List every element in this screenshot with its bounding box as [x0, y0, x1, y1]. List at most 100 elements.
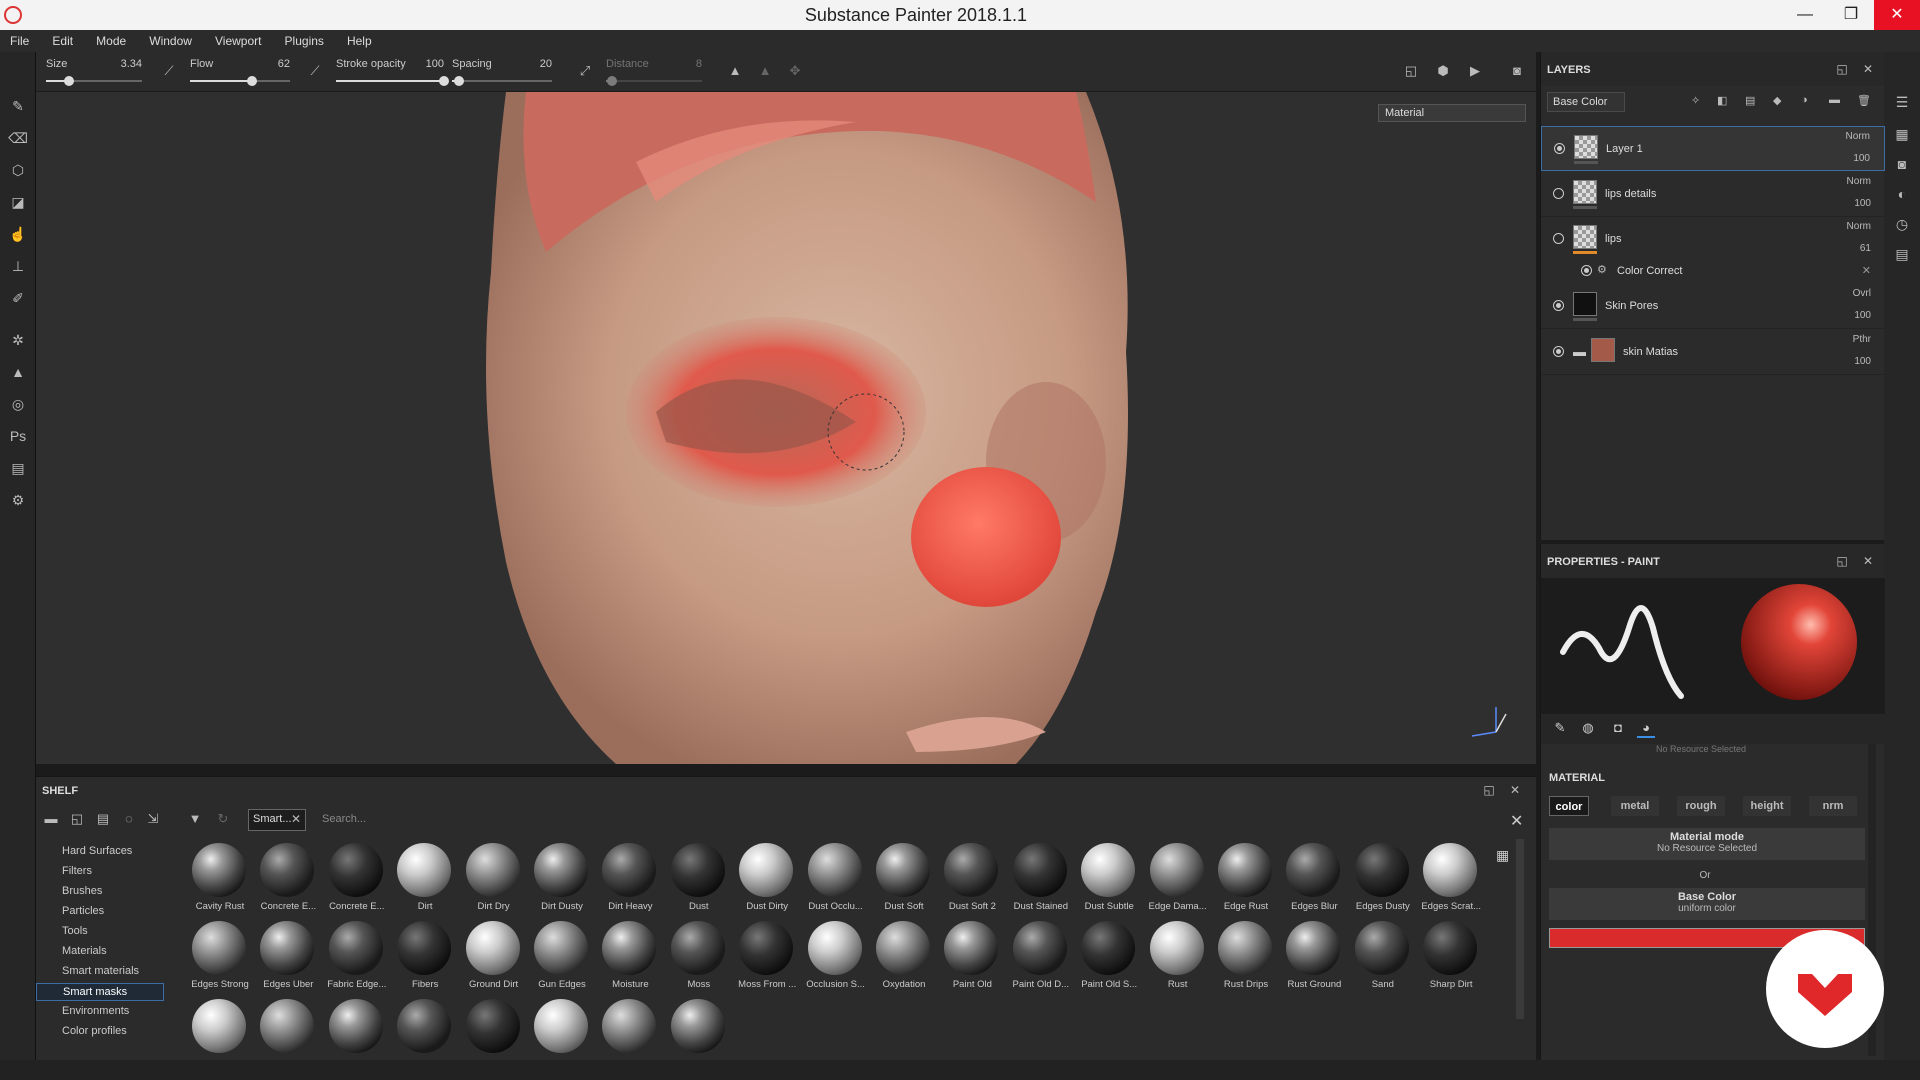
layer-opacity[interactable]: 100 — [1854, 356, 1871, 367]
symmetry-mirror-icon[interactable]: ▲ — [726, 62, 744, 80]
flow-handle[interactable] — [247, 76, 257, 86]
menu-edit[interactable]: Edit — [42, 30, 83, 52]
shelf-item[interactable]: Dust Soft — [870, 843, 938, 915]
category-item[interactable]: Tools — [36, 923, 164, 941]
category-item[interactable]: Smart materials — [36, 963, 164, 981]
shelf-item[interactable]: Edges Blur — [1280, 843, 1348, 915]
category-item[interactable]: Color profiles — [36, 1023, 164, 1041]
view-2d-icon[interactable]: ◱ — [1402, 62, 1420, 80]
shelf-item[interactable]: Edges Dusty — [1349, 843, 1417, 915]
stencil-tab-icon[interactable]: ◘ — [1609, 720, 1627, 738]
menu-help[interactable]: Help — [337, 30, 382, 52]
layer-row[interactable]: lips details Norm 100 — [1541, 172, 1885, 217]
shelf-item[interactable]: Edges Strong — [186, 921, 254, 993]
shelf-item[interactable]: Dust Subtle — [1075, 843, 1143, 915]
channel-nrm-button[interactable]: nrm — [1809, 796, 1857, 816]
category-item[interactable]: Particles — [36, 903, 164, 921]
add-layer-icon[interactable]: ▤ — [1745, 94, 1755, 107]
shelf-item[interactable]: Dirt — [391, 843, 459, 915]
shelf-item[interactable]: Sand — [1349, 921, 1417, 993]
spacing-handle[interactable] — [454, 76, 464, 86]
close-icon[interactable]: ✕ — [1508, 783, 1522, 797]
size-value[interactable]: 3.34 — [121, 58, 142, 70]
alpha-tab-icon[interactable]: ◍ — [1579, 720, 1597, 738]
shelf-item[interactable]: Concrete E... — [254, 843, 322, 915]
flow-slider[interactable]: Flow 62 — [190, 56, 290, 88]
distance-handle[interactable] — [606, 76, 617, 86]
maximize-button[interactable]: ❐ — [1828, 0, 1874, 30]
shelf-scrollbar[interactable] — [1516, 839, 1524, 1019]
undock-icon[interactable]: ◱ — [1482, 783, 1496, 797]
spacing-slider[interactable]: Spacing 20 — [452, 56, 552, 88]
camera-icon[interactable]: ▶ — [1466, 62, 1484, 80]
add-mask-icon[interactable]: ◧ — [1717, 94, 1727, 107]
shelf-item[interactable]: Sharp Dirt — [1417, 921, 1485, 993]
lazy-mouse-icon[interactable]: ⤢ — [576, 62, 594, 80]
eraser-icon[interactable]: ⌫ — [8, 128, 28, 148]
new-window-icon[interactable]: ◱ — [68, 811, 86, 829]
layer-folder-row[interactable]: ▬ skin Matias Pthr 100 — [1541, 330, 1885, 375]
close-button[interactable]: ✕ — [1874, 0, 1920, 30]
close-icon[interactable]: ✕ — [1861, 62, 1875, 76]
projection-icon[interactable]: ⬡ — [8, 160, 28, 180]
shelf-item[interactable]: Dirt Heavy — [596, 843, 664, 915]
pen-pressure-icon[interactable]: ⟋ — [160, 62, 178, 80]
shader-settings-icon[interactable]: ◐ — [1892, 186, 1912, 206]
shelf-item[interactable]: Concrete E... — [323, 843, 391, 915]
shelf-item[interactable]: Gun Edges — [528, 921, 596, 993]
blend-mode-select[interactable]: Norm — [1846, 131, 1870, 142]
add-anchor-icon[interactable]: ◑ — [1801, 94, 1808, 106]
material-tab-icon[interactable]: ◕ — [1637, 720, 1655, 738]
folder-icon[interactable]: ▬ — [42, 811, 60, 829]
brush-tab-icon[interactable]: ✎ — [1551, 720, 1569, 738]
export-icon[interactable]: ▤ — [8, 458, 28, 478]
blend-mode-select[interactable]: Norm — [1847, 221, 1871, 232]
menu-mode[interactable]: Mode — [86, 30, 136, 52]
shelf-item[interactable]: Edge Dama... — [1144, 843, 1212, 915]
shelf-item[interactable]: Fibers — [391, 921, 459, 993]
visibility-toggle-icon[interactable] — [1554, 143, 1565, 154]
remove-filter-icon[interactable]: ✕ — [291, 812, 301, 826]
add-effect-icon[interactable]: ✧ — [1691, 94, 1700, 107]
undock-icon[interactable]: ◱ — [1835, 554, 1849, 568]
shelf-item[interactable]: Dust Dirty — [733, 843, 801, 915]
stroke-opacity-handle[interactable] — [439, 76, 449, 86]
shelf-search-input[interactable]: Search... — [318, 809, 1498, 831]
blend-mode-select[interactable]: Ovrl — [1853, 288, 1871, 299]
menu-plugins[interactable]: Plugins — [275, 30, 334, 52]
undock-icon[interactable]: ◱ — [1835, 62, 1849, 76]
smudge-icon[interactable]: ☝ — [8, 224, 28, 244]
category-item[interactable]: Filters — [36, 863, 164, 881]
shelf-item[interactable]: Dust Soft 2 — [938, 843, 1006, 915]
shelf-item[interactable]: Occlusion S... — [802, 921, 870, 993]
clone-stamp-icon[interactable]: ⊥ — [8, 256, 28, 276]
category-item[interactable]: Brushes — [36, 883, 164, 901]
log-icon[interactable]: ▤ — [1892, 246, 1912, 266]
size-slider[interactable]: Size 3.34 — [46, 56, 142, 88]
shelf-item[interactable]: Rust — [1144, 921, 1212, 993]
shelf-item[interactable]: Dirt Dry — [460, 843, 528, 915]
effect-row[interactable]: ⚙ Color Correct ✕ — [1541, 260, 1885, 282]
blend-mode-select[interactable]: Norm — [1847, 176, 1871, 187]
layer-opacity[interactable]: 100 — [1853, 153, 1870, 164]
remove-effect-icon[interactable]: ✕ — [1862, 264, 1871, 277]
add-fill-layer-icon[interactable]: ◆ — [1773, 94, 1781, 107]
layer-row[interactable]: Skin Pores Ovrl 100 — [1541, 284, 1885, 329]
menu-file[interactable]: File — [0, 30, 39, 52]
photoshop-export-icon[interactable]: Ps — [8, 426, 28, 446]
shelf-item[interactable]: Dust — [665, 843, 733, 915]
symmetry-radial-icon[interactable]: ▲ — [756, 62, 774, 80]
layer-opacity[interactable]: 100 — [1854, 198, 1871, 209]
shelf-item[interactable]: Paint Old — [938, 921, 1006, 993]
shelf-item[interactable]: Rust Drips — [1212, 921, 1280, 993]
display-settings-icon[interactable]: ◙ — [1892, 156, 1912, 176]
visibility-toggle-icon[interactable] — [1553, 188, 1564, 199]
bake-icon[interactable]: ✲ — [8, 330, 28, 350]
import-icon[interactable]: ⇲ — [144, 811, 162, 829]
hide-icon[interactable]: ◌ — [120, 811, 138, 829]
shelf-item[interactable]: Moss — [665, 921, 733, 993]
shelf-item[interactable]: Dust Occlu... — [802, 843, 870, 915]
add-folder-icon[interactable]: ▬ — [1829, 94, 1840, 106]
layers-panel-icon[interactable]: ☰ — [1892, 94, 1912, 114]
shelf-item[interactable]: Edges Scrat... — [1417, 843, 1485, 915]
